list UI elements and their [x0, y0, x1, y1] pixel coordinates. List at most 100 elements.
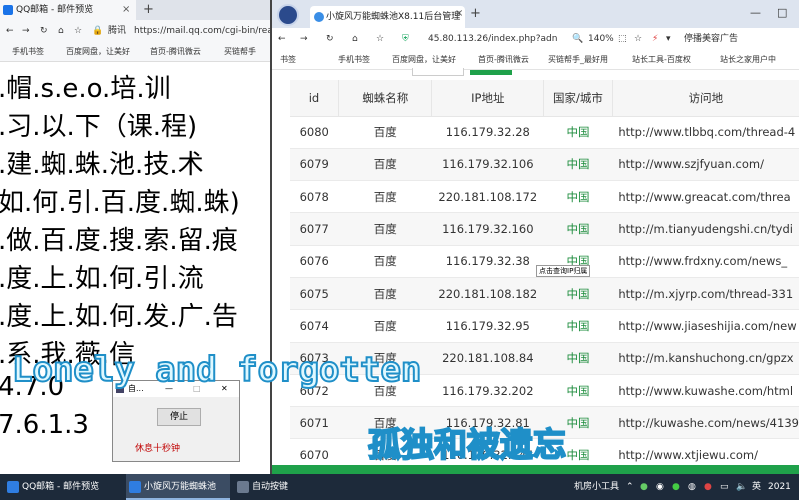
avatar[interactable] [277, 4, 299, 26]
maximize-icon[interactable]: □ [777, 6, 787, 19]
home-icon[interactable]: ⌂ [58, 20, 64, 42]
taskbar-item-spider-pool[interactable]: 小旋风万能蜘蛛池 [126, 474, 230, 500]
mail-icon [3, 5, 13, 15]
cell-ip[interactable]: 116.179.32.160 [431, 212, 544, 246]
bookmark-item[interactable]: 买链帮手 [224, 42, 256, 61]
shield-icon: ⛨ [402, 34, 409, 44]
column-header: 蜘蛛名称 [337, 80, 432, 117]
content-line: .习.以.下（课.程) [0, 112, 198, 142]
url-input[interactable]: 45.80.113.26/index.php?adn [428, 28, 557, 50]
bolt-icon[interactable]: ⚡ [652, 28, 658, 50]
content-line: .建.蜘.蛛.池.技.术 [0, 150, 204, 180]
clock[interactable]: 2021 [768, 474, 791, 500]
cell-country: 中国 [543, 148, 613, 182]
stop-button[interactable]: 停止 [157, 408, 201, 426]
cell-spider-name: 百度 [338, 245, 432, 278]
ip-tooltip: 点击查询IP归属 [536, 265, 591, 277]
chevron-down-icon[interactable]: ▾ [666, 28, 671, 50]
bookmark-item[interactable]: 首页-腾讯微云 [150, 42, 201, 61]
bookmark-item[interactable]: 百度网盘，让美好 [66, 42, 130, 61]
cell-url[interactable]: http://www.tlbbq.com/thread-4 [612, 116, 799, 149]
url-input[interactable]: https://mail.qq.com/cgi-bin/rea [134, 20, 270, 42]
taskbar-item-qq-mail[interactable]: QQ邮箱 - 邮件预览 [4, 474, 122, 500]
table-header-row: id 蜘蛛名称 IP地址 国家/城市 访问地 [290, 80, 799, 117]
zoom-level: 140% [588, 34, 614, 44]
taskbar-item-auto-key[interactable]: 自动按键 [234, 474, 324, 500]
column-header: id [290, 80, 339, 117]
bookmark-item[interactable]: 手机书签 [12, 42, 44, 61]
table-row: 6079 百度 116.179.32.106 中国 http://www.szjfyua… [290, 148, 799, 182]
tray-app-icon[interactable]: ◍ [688, 474, 696, 500]
cell-ip[interactable]: 220.181.108.172 [431, 180, 544, 214]
network-icon[interactable]: ▭ [720, 474, 729, 500]
reload-icon[interactable]: ↻ [40, 20, 48, 42]
minimize-icon[interactable]: — [750, 6, 761, 19]
bookmark-item[interactable]: 站长工具-百度权 [632, 50, 691, 69]
bookmark-star-icon[interactable]: ☆ [376, 28, 384, 50]
tray-up-icon[interactable]: ⌃ [626, 474, 634, 500]
bookmark-item[interactable]: 买链帮手_最好用 [548, 50, 608, 69]
cell-spider-name: 百度 [338, 309, 432, 343]
cell-url[interactable]: http://m.xjyrp.com/thread-331 [612, 277, 799, 311]
cell-spider-name: 百度 [338, 148, 432, 182]
cell-url[interactable]: http://m.kanshuchong.cn/gpzx [612, 342, 799, 375]
cell-url[interactable]: http://www.kuwashe.com/html [612, 374, 799, 408]
cell-url[interactable]: http://www.szjfyuan.com/ [612, 148, 799, 182]
cell-url[interactable]: http://www.frdxny.com/news_ [612, 245, 799, 278]
cell-ip[interactable]: 116.179.32.202 [431, 374, 544, 408]
cell-url[interactable]: http://www.greacat.com/threa [612, 180, 799, 214]
cell-ip[interactable]: 116.179.32.28 [431, 116, 544, 149]
bookmark-item[interactable]: 站长之家用户中 [720, 50, 776, 69]
cell-ip[interactable]: 220.181.108.182 [431, 277, 544, 311]
search-input[interactable] [412, 68, 464, 76]
zoom-icon[interactable]: 🔍 [572, 28, 583, 50]
bookmark-item[interactable]: 百度网盘，让美好 [392, 50, 456, 69]
cell-country: 中国 [543, 212, 613, 246]
volume-icon[interactable]: 🔈 [736, 474, 747, 500]
ad-label[interactable]: 停播美容广告 [684, 28, 738, 50]
cell-url[interactable]: http://www.jiaseshijia.com/new [612, 309, 799, 343]
close-icon[interactable]: × [122, 0, 130, 20]
cell-ip[interactable]: 116.179.32.38 [431, 245, 544, 278]
tray-app-icon[interactable]: ◉ [656, 474, 664, 500]
close-icon[interactable]: × [455, 8, 463, 19]
right-address-bar: ← → ↻ ⌂ ☆ ⛨ 45.80.113.26/index.php?adn 🔍… [272, 28, 799, 50]
search-button[interactable] [470, 70, 512, 75]
left-address-bar: ← → ↻ ⌂ ☆ 🔒 腾讯 https://mail.qq.com/cgi-b… [0, 20, 270, 42]
bookmark-star-icon[interactable]: ☆ [634, 28, 642, 50]
bookmark-star-icon[interactable]: ☆ [74, 20, 82, 42]
cell-url[interactable]: http://m.tianyudengshi.cn/tydi [612, 212, 799, 246]
cell-ip[interactable]: 116.179.32.106 [431, 148, 544, 182]
tray-label[interactable]: 机房小工具 [574, 474, 619, 500]
site-label: 腾讯 [108, 26, 127, 36]
cell-country: 中国 [543, 374, 613, 408]
cell-ip[interactable]: 116.179.32.95 [431, 309, 544, 343]
tab-qq-mail[interactable]: QQ邮箱 - 邮件预览 [0, 0, 136, 20]
tray-app-icon[interactable]: ● [704, 474, 712, 500]
cell-id: 6074 [290, 309, 339, 343]
column-header: 国家/城市 [543, 80, 613, 117]
reload-icon[interactable]: ↻ [326, 28, 334, 50]
cell-url[interactable]: http://kuwashe.com/news/4139 [612, 406, 799, 440]
language-icon[interactable]: 英 [752, 474, 761, 500]
tray-app-icon[interactable]: ● [672, 474, 680, 500]
bookmark-item[interactable]: 手机书签 [338, 50, 370, 69]
browser-icon [7, 481, 19, 493]
bookmark-item[interactable]: 书签 [280, 50, 296, 69]
right-browser-window: 小旋风万能蜘蛛池X8.11后台管理 × + — □ ← → ↻ ⌂ ☆ ⛨ 45… [270, 0, 799, 474]
browser-icon [129, 481, 141, 493]
cell-id: 6080 [290, 116, 339, 149]
home-icon[interactable]: ⌂ [352, 28, 358, 50]
cell-ip[interactable]: 220.181.108.84 [431, 342, 544, 375]
back-icon[interactable]: ← [278, 28, 286, 50]
tray-app-icon[interactable]: ● [640, 474, 648, 500]
cell-country: 中国 [543, 116, 613, 149]
forward-icon[interactable]: → [22, 20, 30, 42]
bookmark-item[interactable]: 首页-腾讯微云 [478, 50, 529, 69]
table-row: 6078 百度 220.181.108.172 中国 http://www.greaca… [290, 180, 799, 214]
new-tab-button[interactable]: + [143, 0, 154, 20]
new-tab-button[interactable]: + [470, 6, 481, 21]
scan-icon[interactable]: ⬚ [618, 28, 627, 50]
back-icon[interactable]: ← [6, 20, 14, 42]
forward-icon[interactable]: → [300, 28, 308, 50]
